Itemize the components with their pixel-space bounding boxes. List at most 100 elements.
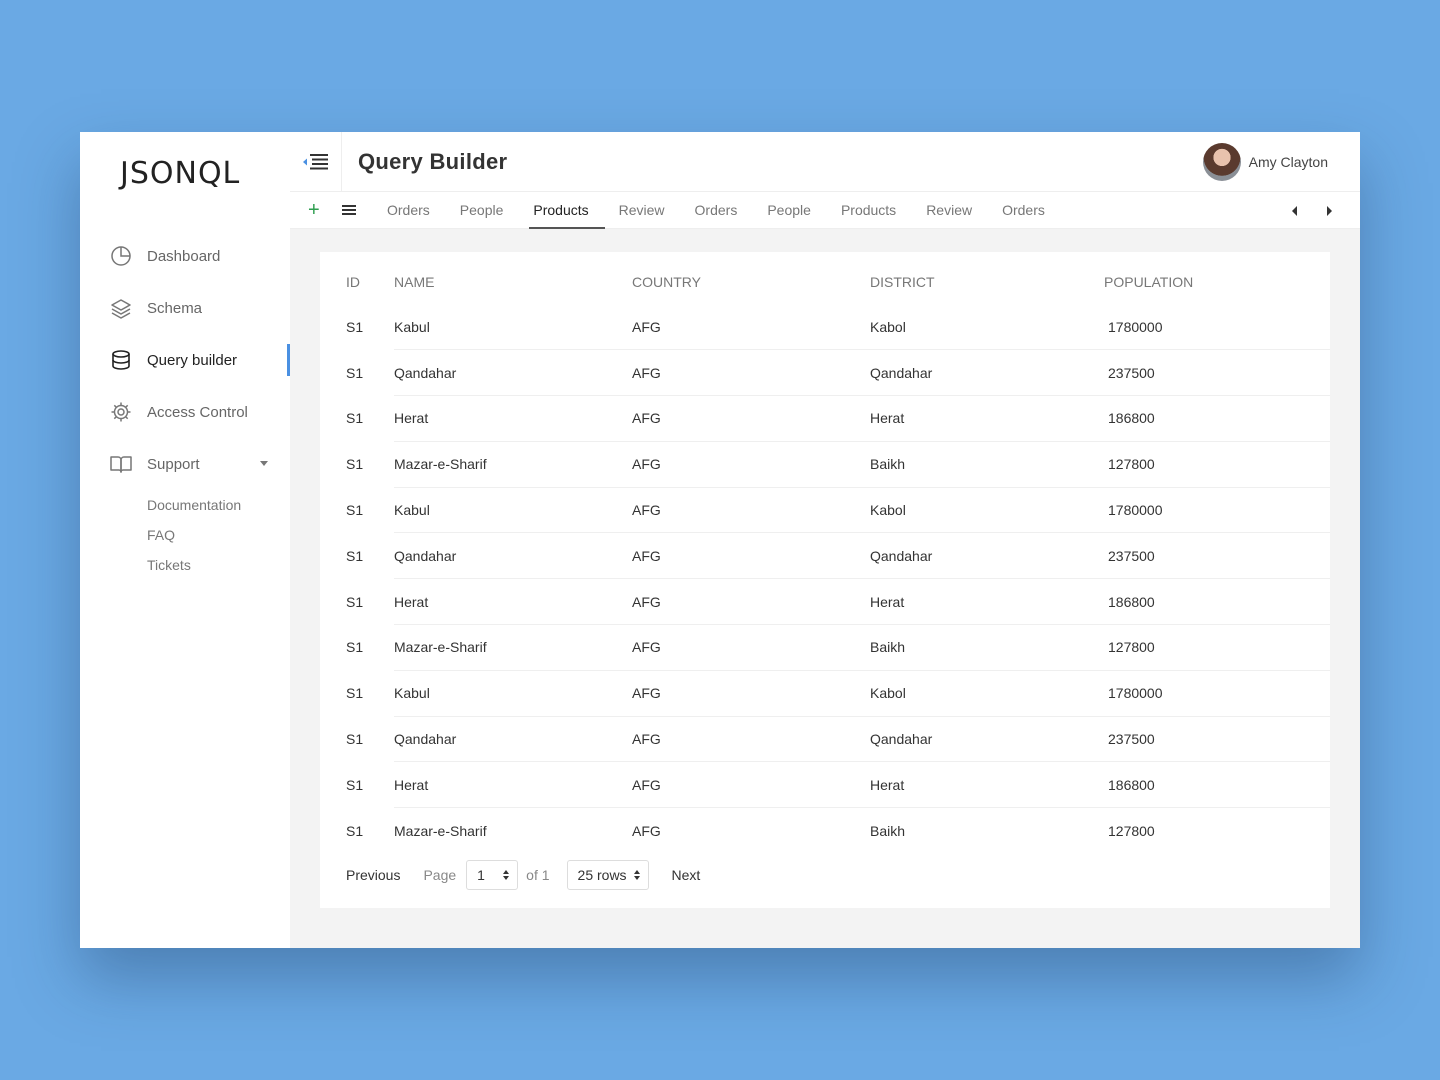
sidebar-item-schema[interactable]: Schema — [80, 282, 290, 334]
cell-district: Kabol — [870, 669, 1104, 717]
cell-population: 127800 — [1104, 807, 1330, 854]
cell-district: Qandahar — [870, 349, 1104, 396]
rows-per-page-select[interactable]: 25 rows — [566, 860, 649, 890]
next-button[interactable]: Next — [672, 867, 701, 883]
previous-button[interactable]: Previous — [346, 867, 400, 883]
table-row[interactable]: S1 Kabul AFG Kabol 1780000 — [320, 304, 1330, 350]
table-row[interactable]: S1 Kabul AFG Kabol 1780000 — [320, 486, 1330, 533]
column-header-id[interactable]: ID — [320, 252, 394, 304]
app-window: JSONQL Dashboard Schema Query builder Ac… — [80, 131, 1360, 948]
table-row[interactable]: S1 Herat AFG Herat 186800 — [320, 578, 1330, 625]
sidebar-item-support[interactable]: Support — [80, 438, 290, 490]
pie-chart-icon — [110, 245, 132, 267]
table-row[interactable]: S1 Mazar-e-Sharif AFG Baikh 127800 — [320, 807, 1330, 854]
cell-id: S1 — [346, 822, 364, 839]
cell-country: AFG — [632, 532, 870, 579]
sidebar-toggle-button[interactable] — [290, 131, 342, 192]
cell-population: 186800 — [1104, 395, 1330, 442]
tab-review[interactable]: Review — [604, 192, 680, 229]
cell-name: Kabul — [394, 318, 430, 335]
table-row[interactable]: S1 Qandahar AFG Qandahar 237500 — [320, 349, 1330, 396]
user-menu[interactable]: Amy Clayton — [1202, 143, 1328, 181]
sidebar-subitem-tickets[interactable]: Tickets — [147, 550, 290, 580]
tab-products[interactable]: Products — [518, 192, 605, 229]
sidebar-item-label: Dashboard — [147, 247, 221, 265]
cell-name: Herat — [394, 395, 632, 442]
cell-country: AFG — [632, 349, 870, 396]
caret-right-icon[interactable] — [1327, 205, 1332, 216]
cell-population: 186800 — [1104, 578, 1330, 625]
cell-district: Baikh — [870, 440, 1104, 488]
cell-id: S1 — [346, 502, 364, 519]
cell-population: 1780000 — [1104, 486, 1330, 533]
sidebar-item-label: Query builder — [147, 351, 238, 369]
layers-icon — [110, 297, 132, 319]
table-row[interactable]: S1 Herat AFG Herat 186800 — [320, 761, 1330, 808]
add-tab-button[interactable]: + — [308, 200, 342, 220]
tab-people[interactable]: People — [445, 192, 519, 229]
tab-orders[interactable]: Orders — [372, 192, 445, 229]
column-header-district[interactable]: DISTRICT — [870, 252, 1104, 304]
tab-review[interactable]: Review — [911, 192, 987, 229]
cell-country: AFG — [632, 669, 870, 717]
cell-district: Qandahar — [870, 532, 1104, 579]
sidebar-subitem-documentation[interactable]: Documentation — [147, 490, 290, 520]
chevron-down-icon[interactable] — [260, 461, 268, 466]
table-row[interactable]: S1 Qandahar AFG Qandahar 237500 — [320, 532, 1330, 579]
tab-products[interactable]: Products — [826, 192, 911, 229]
tab-orders[interactable]: Orders — [680, 192, 753, 229]
table-row[interactable]: S1 Herat AFG Herat 186800 — [320, 395, 1330, 442]
sidebar-item-query-builder[interactable]: Query builder — [80, 334, 290, 386]
cell-id: S1 — [346, 685, 364, 702]
menu-collapse-icon — [302, 153, 328, 169]
cell-district: Herat — [870, 578, 1104, 625]
cell-district: Kabol — [870, 486, 1104, 533]
cell-district: Herat — [870, 761, 1104, 808]
page-select[interactable]: 1 — [466, 860, 519, 890]
cell-name: Qandahar — [394, 349, 632, 396]
cell-population: 1780000 — [1104, 669, 1330, 717]
tab-list-button[interactable] — [342, 204, 372, 216]
cell-population: 237500 — [1104, 715, 1330, 762]
cell-id: S1 — [346, 776, 364, 793]
book-icon — [110, 453, 132, 475]
tab-bar: + Orders People Products Review Orders P… — [290, 192, 1360, 229]
page-total: of 1 — [526, 867, 550, 883]
cell-population: 237500 — [1104, 349, 1330, 396]
cell-population: 186800 — [1104, 761, 1330, 808]
table-row[interactable]: S1 Mazar-e-Sharif AFG Baikh 127800 — [320, 440, 1330, 488]
cell-name: Qandahar — [394, 715, 632, 762]
sidebar-item-dashboard[interactable]: Dashboard — [80, 230, 290, 282]
cell-district: Herat — [870, 395, 1104, 442]
cell-country: AFG — [632, 578, 870, 625]
sidebar-subitem-faq[interactable]: FAQ — [147, 520, 290, 550]
cell-country: AFG — [632, 318, 661, 335]
app-logo: JSONQL — [120, 156, 241, 191]
column-header-population[interactable]: POPULATION — [1104, 252, 1330, 304]
sidebar-nav: Dashboard Schema Query builder Access Co… — [80, 230, 290, 580]
cell-population: 1780000 — [1108, 318, 1163, 335]
table-row[interactable]: S1 Qandahar AFG Qandahar 237500 — [320, 715, 1330, 762]
sort-arrows-icon — [633, 870, 640, 880]
column-header-country[interactable]: COUNTRY — [632, 252, 870, 304]
tab-people[interactable]: People — [752, 192, 826, 229]
page-title: Query Builder — [358, 148, 508, 174]
cell-country: AFG — [632, 807, 870, 854]
cell-name: Qandahar — [394, 532, 632, 579]
cell-district: Baikh — [870, 624, 1104, 671]
caret-left-icon[interactable] — [1292, 205, 1297, 216]
table-row[interactable]: S1 Mazar-e-Sharif AFG Baikh 127800 — [320, 624, 1330, 671]
results-card: ID NAME COUNTRY DISTRICT POPULATION S1 Ka… — [320, 252, 1330, 908]
cell-name: Kabul — [394, 669, 632, 717]
tab-orders[interactable]: Orders — [987, 192, 1060, 229]
table-row[interactable]: S1 Kabul AFG Kabol 1780000 — [320, 669, 1330, 717]
cell-district: Qandahar — [870, 715, 1104, 762]
cell-name: Mazar-e-Sharif — [394, 624, 632, 671]
table-header-row: ID NAME COUNTRY DISTRICT POPULATION — [320, 252, 1330, 304]
column-header-name[interactable]: NAME — [394, 252, 632, 304]
cell-id: S1 — [346, 731, 364, 748]
sidebar-item-access-control[interactable]: Access Control — [80, 386, 290, 438]
pagination: Previous Page 1 of 1 25 rows Next — [346, 860, 700, 890]
cell-id: S1 — [346, 593, 364, 610]
cell-population: 127800 — [1104, 440, 1330, 488]
